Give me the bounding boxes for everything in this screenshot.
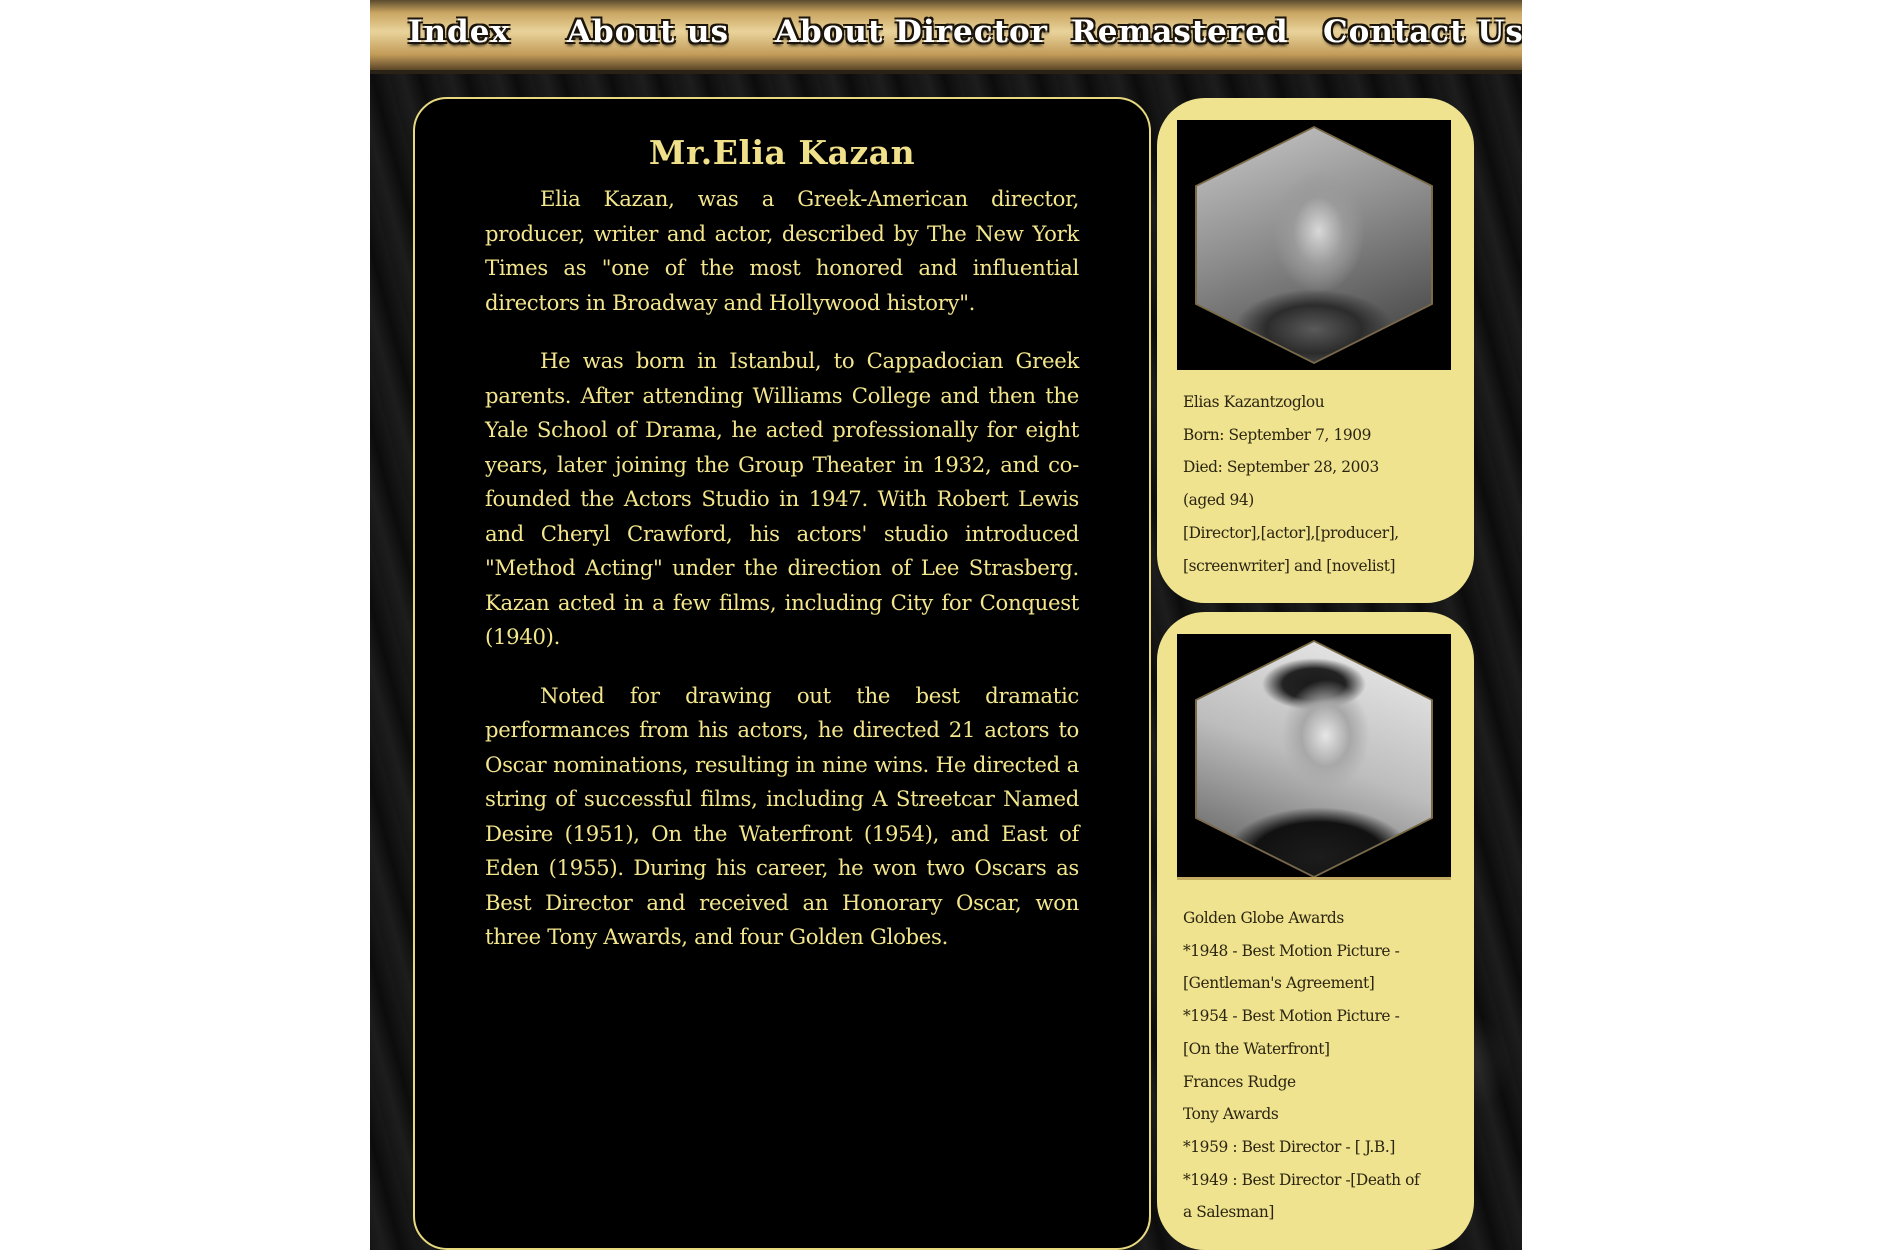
biography-paragraph: Elia Kazan, was a Greek-American directo…: [485, 186, 1079, 315]
award-category: Golden Globe Awards: [1183, 909, 1344, 927]
biography-paragraph: He was born in Istanbul, to Cappadocian …: [485, 348, 1079, 649]
nav-link-about-director[interactable]: About Director: [775, 14, 1048, 50]
biography-panel: Mr.Elia Kazan Elia Kazan, was a Greek-Am…: [413, 97, 1151, 1250]
nav-link-about-us[interactable]: About us: [567, 14, 729, 50]
site-container: Index About us About Director Remastered…: [370, 0, 1522, 1250]
biography-paragraph: Noted for drawing out the best dramatic …: [485, 682, 1079, 950]
award-item: [Gentleman's Agreement]: [1183, 974, 1375, 993]
awards-card: Golden Globe Awards *1948 - Best Motion …: [1157, 612, 1474, 1250]
award-item: *1948 - Best Motion Picture -: [1183, 941, 1400, 960]
occupations-line: [Director],[actor],[producer],: [1183, 523, 1399, 542]
birth-name: Elias Kazantzoglou: [1183, 393, 1325, 411]
nav-link-index[interactable]: Index: [408, 14, 510, 50]
award-item: a Salesman]: [1183, 1203, 1275, 1222]
profile-details: Elias Kazantzoglou Born: September 7, 19…: [1177, 386, 1454, 582]
death-date: Died: September 28, 2003: [1183, 458, 1379, 477]
award-item: *1959 : Best Director - [ J.B.]: [1183, 1137, 1395, 1156]
award-item: *1954 - Best Motion Picture -: [1183, 1007, 1400, 1026]
portrait-photo-older: [1177, 120, 1451, 370]
award-item: *1949 : Best Director -[Death of: [1183, 1170, 1420, 1189]
awards-list: Golden Globe Awards *1948 - Best Motion …: [1177, 902, 1454, 1229]
age-at-death: (aged 94): [1183, 491, 1254, 510]
nav-link-contact-us[interactable]: Contact Us: [1323, 14, 1522, 50]
birth-date: Born: September 7, 1909: [1183, 425, 1372, 444]
nav-link-remastered[interactable]: Remastered: [1071, 14, 1289, 50]
portrait-image: [1197, 128, 1431, 362]
page-title: Mr.Elia Kazan: [648, 133, 916, 172]
top-navigation-bar: Index About us About Director Remastered…: [370, 0, 1522, 74]
portrait-photo-younger: [1177, 634, 1451, 880]
hexagon-frame: [1195, 640, 1433, 877]
occupations-line: [screenwriter] and [novelist]: [1183, 556, 1396, 575]
hexagon-frame: [1195, 126, 1433, 364]
award-note: Frances Rudge: [1183, 1072, 1296, 1091]
award-category: Tony Awards: [1183, 1105, 1279, 1124]
portrait-image: [1197, 642, 1431, 876]
award-item: [On the Waterfront]: [1183, 1039, 1330, 1058]
profile-info-card: Elias Kazantzoglou Born: September 7, 19…: [1157, 98, 1474, 603]
